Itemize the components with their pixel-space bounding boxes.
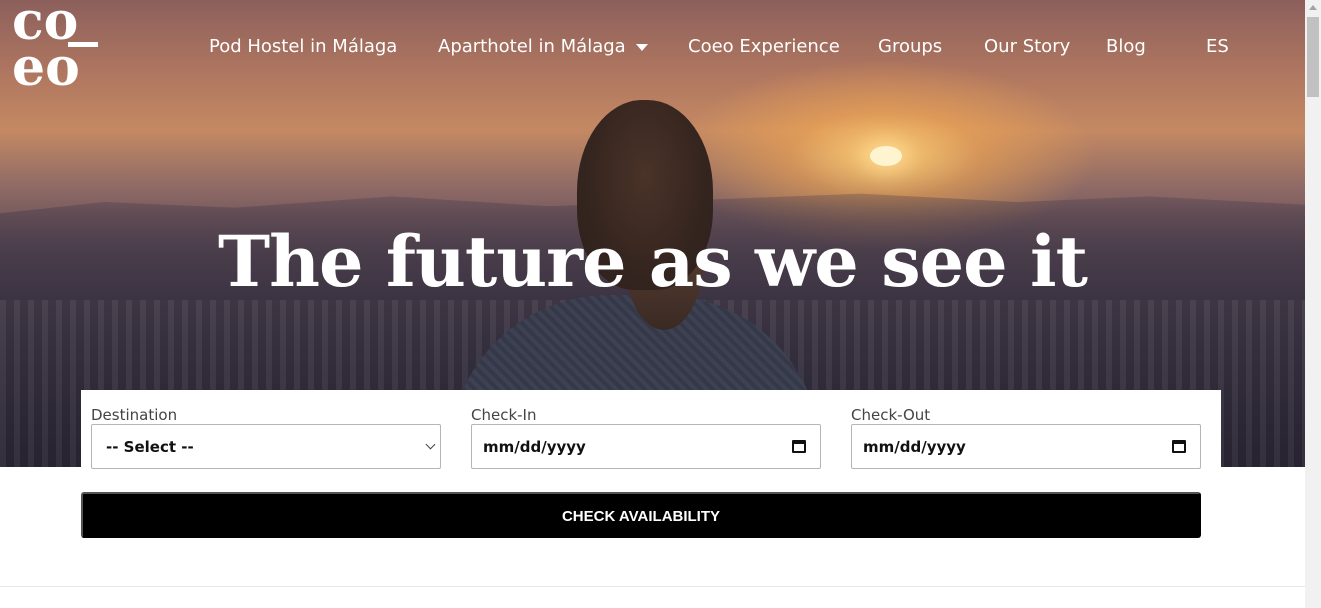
chevron-down-icon — [425, 439, 436, 450]
destination-label: Destination — [91, 406, 178, 424]
checkout-label: Check-Out — [851, 406, 931, 424]
chevron-down-icon — [635, 43, 648, 51]
nav-groups[interactable]: Groups — [878, 30, 942, 64]
section-divider — [0, 586, 1305, 587]
logo-line-2: eo — [12, 37, 80, 98]
language-switcher[interactable]: ES — [1206, 30, 1229, 64]
destination-select[interactable]: -- Select -- — [91, 424, 441, 469]
nav-pod-hostel[interactable]: Pod Hostel in Málaga — [209, 30, 397, 64]
calendar-icon[interactable] — [792, 440, 806, 453]
calendar-icon[interactable] — [1172, 440, 1186, 453]
nav-our-story[interactable]: Our Story — [984, 30, 1070, 64]
scroll-up-icon[interactable] — [1309, 5, 1317, 10]
page-scrollbar[interactable] — [1305, 0, 1321, 608]
checkout-date-input[interactable]: mm/dd/yyyy — [851, 424, 1201, 469]
nav-aparthotel[interactable]: Aparthotel in Málaga — [438, 30, 648, 64]
hero-headline: The future as we see it — [218, 220, 1088, 303]
scrollbar-thumb[interactable] — [1307, 17, 1319, 97]
coeo-logo[interactable]: co eo — [12, 0, 104, 95]
hero-sun — [870, 146, 902, 166]
nav-coeo-experience[interactable]: Coeo Experience — [688, 30, 840, 64]
check-availability-button[interactable]: CHECK AVAILABILITY — [81, 492, 1201, 538]
nav-aparthotel-label: Aparthotel in Málaga — [438, 36, 626, 57]
checkin-label: Check-In — [471, 406, 537, 424]
destination-value: -- Select -- — [106, 438, 194, 456]
nav-blog[interactable]: Blog — [1106, 30, 1146, 64]
checkin-date-input[interactable]: mm/dd/yyyy — [471, 424, 821, 469]
booking-form: Destination -- Select -- Check-In mm/dd/… — [81, 390, 1221, 469]
checkout-placeholder: mm/dd/yyyy — [863, 438, 966, 456]
checkin-placeholder: mm/dd/yyyy — [483, 438, 586, 456]
